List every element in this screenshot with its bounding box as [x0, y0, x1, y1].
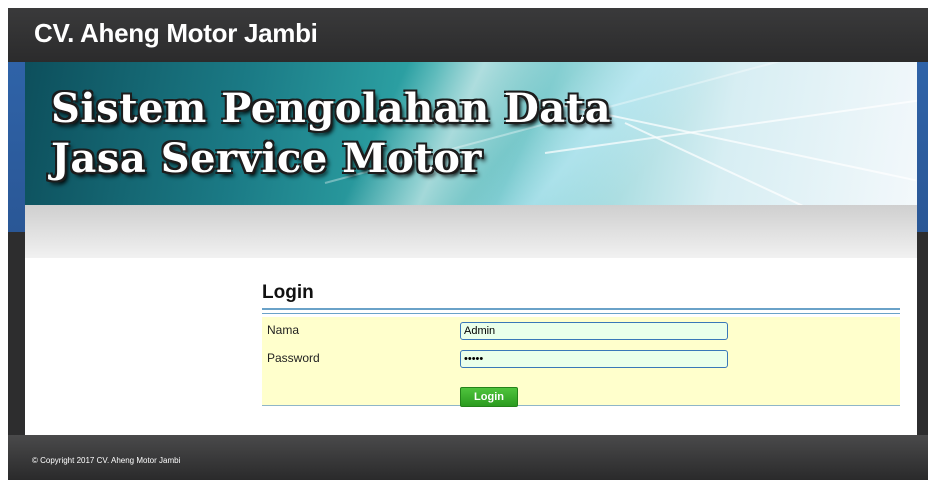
login-button[interactable]: Login [460, 387, 518, 407]
menu-bar [25, 205, 917, 258]
footer: © Copyright 2017 CV. Aheng Motor Jambi [8, 435, 928, 480]
copyright-text: © Copyright 2017 CV. Aheng Motor Jambi [32, 456, 181, 465]
banner-line-2: Jasa Service Motor [51, 135, 482, 182]
top-header-bar: CV. Aheng Motor Jambi [8, 8, 928, 62]
site-title: CV. Aheng Motor Jambi [34, 18, 318, 48]
nama-label: Nama [267, 323, 300, 337]
login-heading: Login [262, 282, 314, 303]
main-content: Login Nama Password Login [25, 258, 917, 435]
password-label: Password [267, 351, 320, 365]
password-input[interactable] [460, 350, 728, 368]
banner-line-1: Sistem Pengolahan Data [51, 85, 612, 132]
heading-divider-thin [262, 313, 900, 314]
header-banner: Sistem Pengolahan Data Jasa Service Moto… [25, 62, 917, 205]
login-form: Nama Password Login [262, 317, 900, 407]
banner-heading: Sistem Pengolahan Data Jasa Service Moto… [51, 84, 611, 184]
heading-divider [262, 308, 900, 310]
page-frame: CV. Aheng Motor Jambi Sistem Pengolahan … [8, 8, 928, 480]
nama-input[interactable] [460, 322, 728, 340]
